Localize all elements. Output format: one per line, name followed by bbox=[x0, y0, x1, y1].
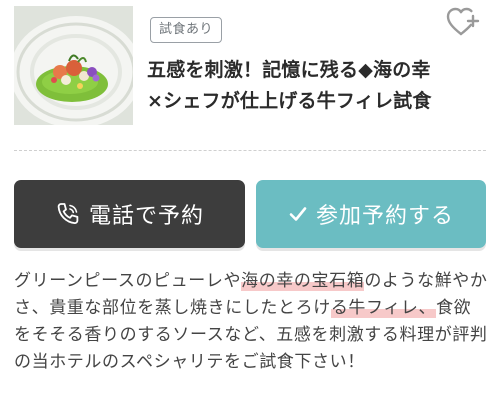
divider bbox=[14, 150, 486, 151]
description-highlight-2: る牛フィレ、 bbox=[330, 298, 437, 318]
phone-reserve-label: 電話で予約 bbox=[88, 204, 204, 229]
dish-photo[interactable] bbox=[14, 6, 133, 125]
fair-description: グリーンピースのピューレや海の幸の宝石箱のような鮮やかさ、貴重な部位を蒸し焼きに… bbox=[14, 268, 488, 376]
phone-reserve-button[interactable]: 電話で予約 bbox=[14, 180, 245, 248]
dish-photo-illustration bbox=[14, 6, 133, 125]
description-text-1: グリーンピースのピューレや bbox=[14, 271, 242, 291]
favorite-button[interactable] bbox=[446, 7, 480, 37]
reserve-button[interactable]: 参加予約する bbox=[256, 180, 486, 248]
description-highlight-1: 海の幸の宝石箱 bbox=[241, 271, 365, 291]
heart-plus-icon bbox=[446, 7, 480, 36]
check-icon bbox=[288, 204, 308, 224]
fair-card: 試食あり 五感を刺激！記憶に残る◆海の幸 ×シェフが仕上げる牛フィレ試食 電話で… bbox=[0, 0, 500, 412]
phone-icon bbox=[55, 201, 81, 227]
reserve-label: 参加予約する bbox=[315, 204, 454, 229]
tasting-tag: 試食あり bbox=[150, 17, 223, 43]
fair-title[interactable]: 五感を刺激！記憶に残る◆海の幸 ×シェフが仕上げる牛フィレ試食 bbox=[147, 55, 492, 117]
